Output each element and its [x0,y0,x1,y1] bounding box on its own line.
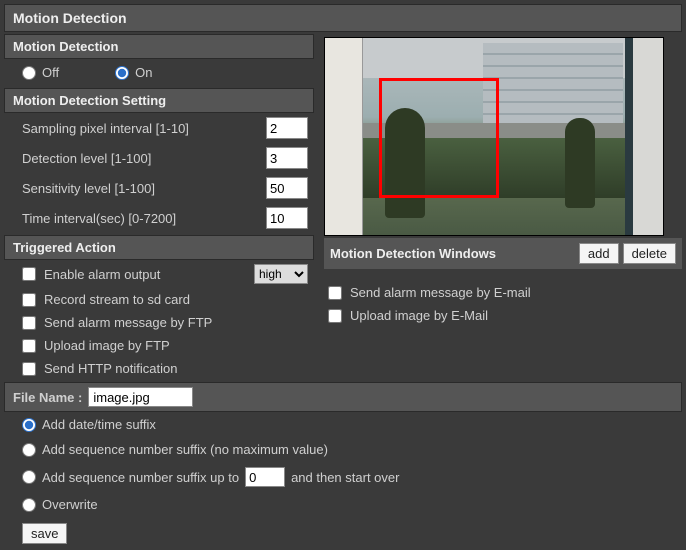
send-http-checkbox[interactable] [22,362,36,376]
delete-button[interactable]: delete [623,243,676,264]
add-seq-upto-input[interactable] [245,467,285,487]
add-date-radio[interactable] [22,418,36,432]
upload-email-label: Upload image by E-Mail [350,308,488,323]
add-seq-upto-label-a: Add sequence number suffix up to [42,470,239,485]
motion-header: Motion Detection [4,34,314,59]
send-email-msg-label: Send alarm message by E-mail [350,285,531,300]
motion-off-label: Off [42,65,59,80]
filename-label: File Name : [13,390,82,405]
upload-ftp-label: Upload image by FTP [44,338,170,353]
motion-on-radio[interactable] [115,66,129,80]
upload-ftp-checkbox[interactable] [22,339,36,353]
enable-alarm-label: Enable alarm output [44,267,160,282]
add-button[interactable]: add [579,243,619,264]
sensitivity-input[interactable] [266,177,308,199]
detection-input[interactable] [266,147,308,169]
detection-label: Detection level [1-100] [22,151,151,166]
filename-input[interactable] [88,387,193,407]
sampling-label: Sampling pixel interval [1-10] [22,121,189,136]
record-sd-label: Record stream to sd card [44,292,190,307]
send-ftp-msg-checkbox[interactable] [22,316,36,330]
time-label: Time interval(sec) [0-7200] [22,211,176,226]
save-button[interactable]: save [22,523,67,544]
preview-label: Motion Detection Windows [330,246,496,261]
send-http-label: Send HTTP notification [44,361,177,376]
motion-window-box[interactable] [379,78,499,198]
sampling-input[interactable] [266,117,308,139]
motion-off-radio[interactable] [22,66,36,80]
add-seq-radio[interactable] [22,443,36,457]
time-input[interactable] [266,207,308,229]
add-seq-label: Add sequence number suffix (no maximum v… [42,442,328,457]
enable-alarm-checkbox[interactable] [22,267,36,281]
upload-email-checkbox[interactable] [328,309,342,323]
add-seq-upto-radio[interactable] [22,470,36,484]
camera-preview[interactable] [324,37,664,236]
page-title: Motion Detection [4,4,682,32]
record-sd-checkbox[interactable] [22,293,36,307]
motion-on-label: On [135,65,152,80]
alarm-level-select[interactable]: high [254,264,308,284]
settings-header: Motion Detection Setting [4,88,314,113]
send-email-msg-checkbox[interactable] [328,286,342,300]
triggered-header: Triggered Action [4,235,314,260]
overwrite-label: Overwrite [42,497,98,512]
overwrite-radio[interactable] [22,498,36,512]
sensitivity-label: Sensitivity level [1-100] [22,181,155,196]
send-ftp-msg-label: Send alarm message by FTP [44,315,212,330]
add-date-label: Add date/time suffix [42,417,156,432]
add-seq-upto-label-b: and then start over [291,470,399,485]
